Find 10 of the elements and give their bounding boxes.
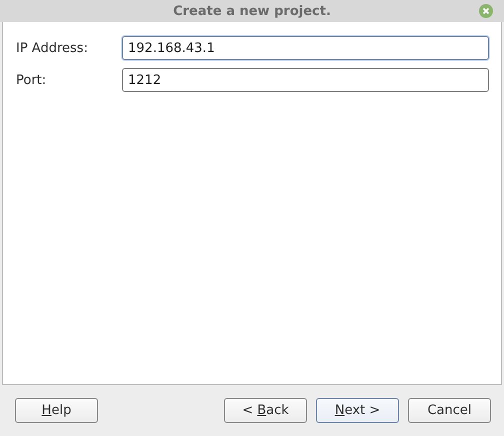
default-button[interactable]: Next >	[316, 398, 399, 423]
input-field[interactable]: 1212	[122, 68, 489, 92]
field-label: IP Address:	[16, 40, 89, 56]
dialog-button[interactable]: Cancel	[408, 398, 491, 423]
window-title: Create a new project.	[173, 4, 331, 18]
input-field[interactable]: 192.168.43.1	[122, 36, 489, 60]
dialog-button[interactable]: < Back	[224, 398, 307, 423]
dialog-button[interactable]: Help	[15, 398, 98, 423]
close-icon[interactable]	[479, 4, 493, 18]
field-label: Port:	[16, 72, 48, 88]
